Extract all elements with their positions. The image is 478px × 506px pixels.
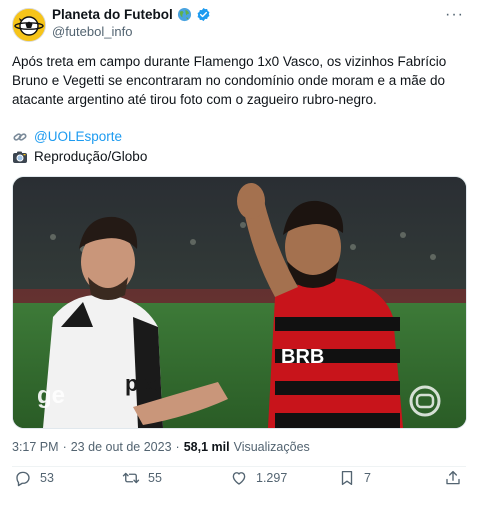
- views-label: Visualizações: [233, 440, 310, 454]
- camera-emoji-icon: [13, 151, 27, 163]
- heart-icon: [232, 472, 246, 485]
- credit-handle-link[interactable]: @UOLEsporte: [34, 127, 122, 146]
- left-jersey-sponsor: pix: [125, 371, 158, 396]
- tweet-card: Planeta do Futebol @futebol_info ··· Apó…: [0, 0, 478, 506]
- retweet-button[interactable]: 55: [122, 469, 162, 487]
- reply-icon: [16, 471, 30, 487]
- players-photo: pix BRB ge: [13, 177, 466, 428]
- retweet-count: 55: [148, 471, 162, 485]
- credit-line-source: Reprodução/Globo: [12, 147, 147, 166]
- bookmark-count: 7: [364, 471, 371, 485]
- author-display-name[interactable]: Planeta do Futebol: [52, 7, 173, 22]
- tweet-text: Após treta em campo durante Flamengo 1x0…: [12, 54, 447, 107]
- credit-line-link: @UOLEsporte: [12, 127, 122, 146]
- tweet-media-image[interactable]: pix BRB ge: [12, 176, 467, 429]
- link-emoji-icon: [13, 132, 27, 141]
- bookmark-icon: [341, 470, 353, 486]
- retweet-icon: [122, 472, 140, 484]
- reply-button[interactable]: 53: [14, 469, 54, 487]
- ge-watermark: ge: [37, 382, 65, 409]
- meta-separator: ·: [175, 440, 180, 454]
- author-handle[interactable]: @futebol_info: [52, 24, 132, 39]
- divider: [12, 466, 466, 467]
- tweet-date[interactable]: 23 de out de 2023: [71, 440, 172, 454]
- bookmark-button[interactable]: 7: [338, 469, 371, 487]
- right-jersey-sponsor: BRB: [281, 346, 324, 368]
- author-avatar[interactable]: [12, 8, 46, 42]
- like-count: 1.297: [256, 471, 288, 485]
- views-count: 58,1 mil: [183, 440, 230, 454]
- author-name-row: Planeta do Futebol: [52, 7, 211, 22]
- share-icon: [446, 470, 460, 485]
- tweet-meta: 3:17 PM · 23 de out de 2023 · 58,1 mil V…: [12, 440, 310, 454]
- more-options-icon[interactable]: ···: [445, 6, 464, 24]
- globe-emoji-icon: [177, 7, 191, 22]
- like-button[interactable]: 1.297: [230, 469, 287, 487]
- meta-separator: ·: [62, 440, 67, 454]
- credit-source: Reprodução/Globo: [34, 149, 148, 164]
- reply-count: 53: [40, 471, 54, 485]
- planeta-logo-icon: [13, 9, 45, 41]
- tweet-time[interactable]: 3:17 PM: [12, 440, 59, 454]
- share-button[interactable]: [444, 469, 462, 487]
- verified-badge-icon: [197, 7, 210, 22]
